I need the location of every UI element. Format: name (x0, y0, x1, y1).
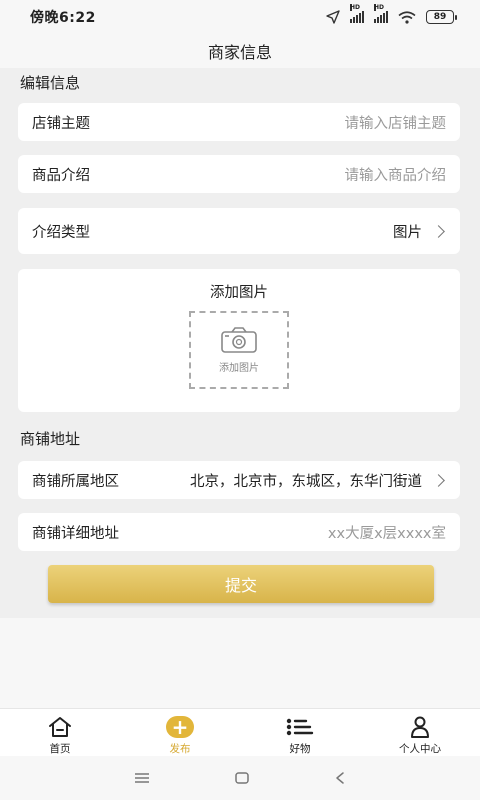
tab-profile-label: 个人中心 (399, 743, 441, 755)
plus-icon: + (166, 716, 194, 738)
submit-button[interactable]: 提交 (48, 565, 434, 603)
region-value: 北京，北京市，东城区，东华门街道 (190, 473, 422, 490)
tab-goods[interactable]: 好物 (240, 709, 360, 756)
product-intro-label: 商品介绍 (32, 167, 90, 184)
status-icons: HD HD 89 (326, 4, 457, 24)
home-icon (49, 717, 71, 737)
store-theme-label: 店铺主题 (32, 115, 90, 132)
battery-icon: 89 (426, 10, 457, 24)
detail-address-input[interactable]: xx大厦x层xxxx室 (328, 522, 446, 543)
intro-type-label: 介绍类型 (32, 224, 90, 241)
header: 商家信息 (0, 34, 480, 68)
store-theme-field[interactable]: 店铺主题 请输入店铺主题 (18, 103, 460, 141)
status-bar: 傍晚6:22 HD HD 89 (0, 0, 480, 34)
person-icon (411, 716, 429, 738)
product-intro-field[interactable]: 商品介绍 请输入商品介绍 (18, 155, 460, 193)
store-theme-input[interactable]: 请输入店铺主题 (345, 112, 447, 133)
back-icon[interactable] (334, 771, 346, 785)
page-title: 商家信息 (207, 43, 272, 62)
add-image-card: 添加图片 添加图片 (18, 269, 460, 412)
add-image-title: 添加图片 (210, 285, 268, 301)
main-content: 编辑信息 店铺主题 请输入店铺主题 商品介绍 请输入商品介绍 介绍类型 图片 添… (0, 68, 480, 618)
tab-home-label: 首页 (49, 743, 71, 755)
tab-publish[interactable]: + 发布 (120, 709, 240, 756)
camera-icon (221, 326, 257, 353)
system-nav-bar (0, 756, 480, 800)
bottom-tab-bar: 首页 + 发布 好物 个人中心 (0, 708, 480, 756)
tab-profile[interactable]: 个人中心 (360, 709, 480, 756)
status-time: 傍晚6:22 (30, 10, 96, 26)
signal-1-icon: HD (350, 4, 364, 23)
signal-2-icon: HD (374, 4, 388, 23)
detail-address-field[interactable]: 商铺详细地址 xx大厦x层xxxx室 (18, 513, 460, 551)
add-image-button-label: 添加图片 (219, 362, 259, 374)
tab-home[interactable]: 首页 (0, 709, 120, 756)
chevron-right-icon (432, 224, 445, 238)
region-selector[interactable]: 商铺所属地区 北京，北京市，东城区，东华门街道 (18, 461, 460, 499)
tab-publish-label: 发布 (169, 743, 191, 755)
home-square-icon[interactable] (234, 771, 250, 785)
menu-icon[interactable] (134, 772, 150, 784)
tab-goods-label: 好物 (289, 743, 311, 755)
wifi-icon (398, 10, 416, 24)
product-intro-input[interactable]: 请输入商品介绍 (345, 164, 447, 185)
intro-type-selector[interactable]: 介绍类型 图片 (18, 208, 460, 254)
address-section-label: 商铺地址 (20, 430, 81, 448)
intro-type-value: 图片 (393, 224, 422, 241)
chevron-right-icon (432, 473, 445, 487)
list-icon (286, 718, 314, 736)
add-image-button[interactable]: 添加图片 (189, 311, 289, 389)
location-arrow-icon (326, 10, 340, 24)
region-label: 商铺所属地区 (32, 473, 119, 490)
battery-level: 89 (433, 12, 447, 22)
edit-section-label: 编辑信息 (20, 74, 81, 92)
detail-address-label: 商铺详细地址 (32, 525, 119, 542)
